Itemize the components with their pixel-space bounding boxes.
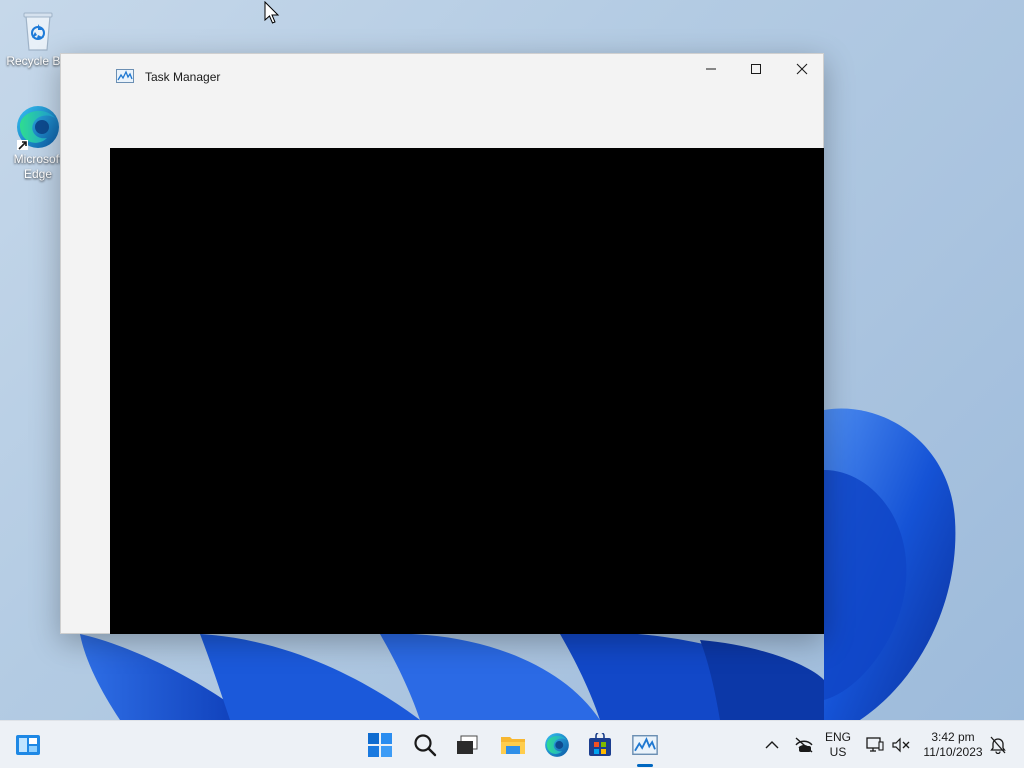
store-button[interactable] — [580, 725, 620, 765]
language-indicator[interactable]: ENG US — [822, 730, 854, 760]
taskbar: ENG US 3:42 pm 11/10/2023 — [0, 720, 1024, 768]
task-view-button[interactable] — [447, 725, 487, 765]
clock[interactable]: 3:42 pm 11/10/2023 — [918, 730, 988, 760]
language-code: ENG — [824, 730, 851, 744]
active-app-indicator — [637, 764, 653, 767]
show-hidden-icons-button[interactable] — [760, 725, 784, 765]
maximize-button[interactable] — [733, 54, 779, 84]
network-disconnected-icon — [795, 737, 813, 753]
clock-date: 11/10/2023 — [923, 745, 983, 759]
notification-bell-icon — [990, 736, 1006, 754]
store-icon — [589, 733, 611, 756]
task-manager-window: Task Manager — [60, 53, 824, 634]
keyboard-region: US — [829, 745, 847, 759]
search-button[interactable] — [405, 725, 445, 765]
folder-icon — [501, 737, 525, 754]
start-button[interactable] — [360, 725, 400, 765]
file-explorer-button[interactable] — [493, 725, 533, 765]
close-icon — [796, 63, 808, 75]
search-icon — [414, 734, 437, 757]
windows-start-icon — [368, 733, 392, 757]
edge-icon — [545, 733, 569, 757]
title-bar[interactable]: Task Manager — [61, 54, 823, 100]
maximize-icon — [751, 64, 761, 74]
recycle-bin-icon — [23, 12, 53, 51]
widgets-button[interactable] — [8, 725, 48, 765]
volume-muted-icon — [892, 737, 910, 753]
content-pane — [110, 148, 824, 634]
task-manager-icon — [116, 69, 134, 83]
chevron-up-icon — [765, 741, 779, 749]
widgets-icon — [16, 735, 40, 755]
notifications-button[interactable] — [986, 725, 1010, 765]
display-button[interactable] — [862, 725, 888, 765]
minimize-icon — [706, 68, 716, 70]
network-button[interactable] — [790, 725, 818, 765]
volume-button[interactable] — [888, 725, 914, 765]
window-title: Task Manager — [145, 70, 221, 84]
mouse-cursor-icon — [264, 1, 280, 24]
task-manager-taskbar-button[interactable] — [625, 725, 665, 765]
task-manager-icon — [632, 735, 658, 755]
task-view-icon — [457, 735, 478, 754]
clock-time: 3:42 pm — [931, 730, 975, 744]
monitor-icon — [866, 737, 884, 752]
edge-taskbar-button[interactable] — [537, 725, 577, 765]
minimize-button[interactable] — [688, 54, 734, 84]
edge-icon — [17, 106, 59, 150]
close-button[interactable] — [779, 54, 825, 84]
